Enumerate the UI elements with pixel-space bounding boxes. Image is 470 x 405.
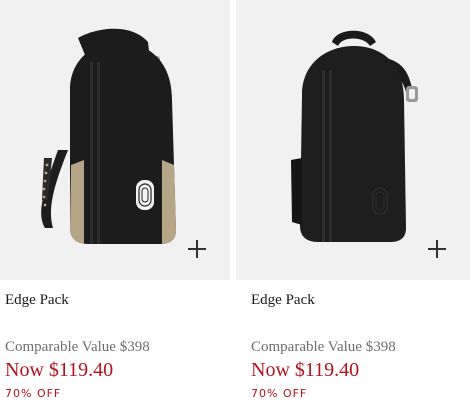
- product-name[interactable]: Edge Pack: [5, 292, 69, 309]
- product-image[interactable]: [0, 0, 230, 280]
- product-grid: Edge Pack Comparable Value $398 Now $119…: [0, 0, 470, 405]
- product-image[interactable]: [236, 0, 470, 280]
- product-name[interactable]: Edge Pack: [251, 292, 315, 309]
- add-to-wishlist-plus-icon[interactable]: [426, 238, 448, 260]
- discount-badge: 70% OFF: [5, 387, 62, 400]
- discount-badge: 70% OFF: [251, 387, 308, 400]
- sale-price: Now $119.40: [251, 359, 360, 381]
- comparable-value: Comparable Value $398: [5, 339, 150, 355]
- product-card[interactable]: Edge Pack Comparable Value $398 Now $119…: [236, 0, 470, 405]
- add-to-wishlist-plus-icon[interactable]: [186, 238, 208, 260]
- product-card[interactable]: Edge Pack Comparable Value $398 Now $119…: [0, 0, 230, 405]
- sale-price: Now $119.40: [5, 359, 114, 381]
- comparable-value: Comparable Value $398: [251, 339, 396, 355]
